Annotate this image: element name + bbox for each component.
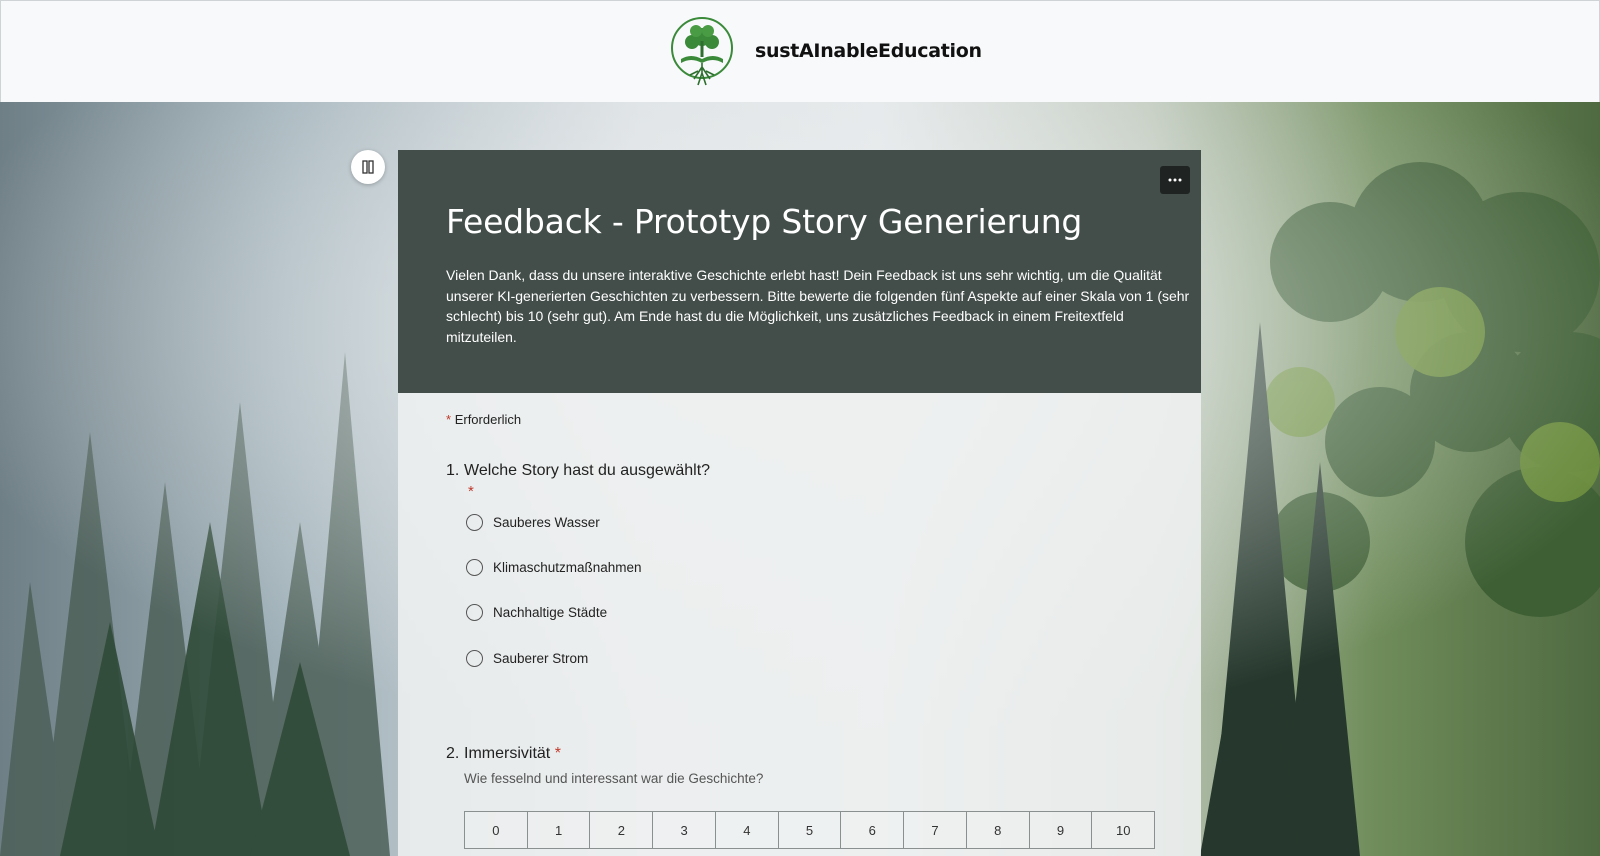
rating-scale: 0 1 2 3 4 5 6 7 8 9 10 [464,811,1155,849]
option-label: Sauberes Wasser [493,515,600,530]
question-number: 2. [446,745,460,762]
required-note: * Erforderlich [446,412,521,427]
form-body: * Erforderlich 1. Welche Story hast du a… [398,393,1201,856]
more-options-button[interactable] [1160,166,1190,194]
option-label: Sauberer Strom [493,651,589,666]
form-header: Feedback - Prototyp Story Generierung Vi… [398,150,1201,393]
required-star: * [468,483,474,500]
radio-button[interactable] [466,559,483,576]
radio-button[interactable] [466,514,483,531]
scale-option-3[interactable]: 3 [653,812,716,848]
tree-book-logo [671,17,733,86]
required-star: * [554,745,561,762]
scale-option-4[interactable]: 4 [715,812,779,848]
feedback-form: Feedback - Prototyp Story Generierung Vi… [398,150,1201,856]
app-header: sustAInableEducation [0,0,1600,103]
pause-button[interactable] [351,150,385,184]
option-label: Nachhaltige Städte [493,605,608,620]
scale-option-8[interactable]: 8 [966,812,1030,848]
scale-option-0[interactable]: 0 [465,812,528,848]
brand[interactable]: sustAInableEducation [669,15,982,87]
radio-button[interactable] [466,650,483,667]
pause-icon [362,160,374,174]
more-options-icon [1168,178,1182,182]
radio-button[interactable] [466,604,483,621]
question-number: 1. [446,462,460,479]
option-sauberes-wasser[interactable]: Sauberes Wasser [466,514,600,531]
question-title: Immersivität * [464,745,561,763]
scale-option-9[interactable]: 9 [1029,812,1093,848]
scale-option-5[interactable]: 5 [778,812,842,848]
scale-option-1[interactable]: 1 [527,812,591,848]
form-title: Feedback - Prototyp Story Generierung [446,202,1083,241]
question-title: Welche Story hast du ausgewählt? [464,462,711,479]
brand-name: sustAInableEducation [755,40,982,62]
option-nachhaltige-staedte[interactable]: Nachhaltige Städte [466,604,607,621]
question-subtitle: Wie fesselnd und interessant war die Ges… [464,771,764,786]
scale-option-10[interactable]: 10 [1092,812,1155,848]
scale-option-7[interactable]: 7 [904,812,967,848]
scale-option-2[interactable]: 2 [590,812,654,848]
required-star: * [446,412,452,427]
form-description: Vielen Dank, dass du unsere interaktive … [446,267,1190,345]
scale-option-6[interactable]: 6 [841,812,905,848]
question-title-text: Immersivität [464,745,551,762]
option-sauberer-strom[interactable]: Sauberer Strom [466,650,588,667]
option-klimaschutzmassnahmen[interactable]: Klimaschutzmaßnahmen [466,559,642,576]
option-label: Klimaschutzmaßnahmen [493,560,642,575]
required-label: Erforderlich [454,412,522,427]
